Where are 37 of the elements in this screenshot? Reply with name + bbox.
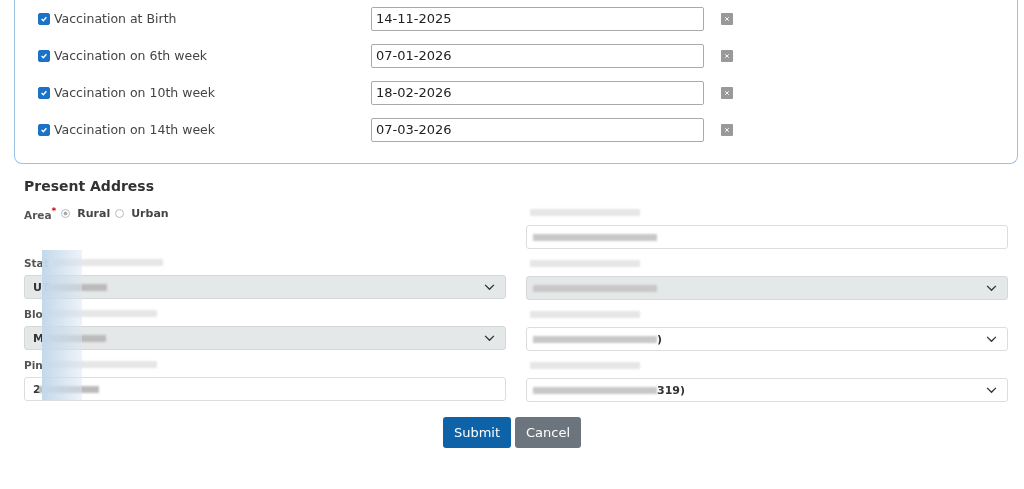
date-field[interactable]: 18-02-2026 — [371, 80, 704, 105]
radio-button[interactable] — [61, 208, 71, 218]
date-field[interactable]: 07-01-2026 — [371, 43, 704, 68]
vaccination-label: Vaccination on 14th week — [54, 122, 216, 137]
field-label: Blo — [24, 307, 43, 320]
checkbox[interactable] — [38, 123, 50, 136]
submit-button[interactable]: Submit — [442, 417, 512, 448]
chevron-down-icon — [484, 334, 495, 342]
chevron-down-icon — [986, 386, 997, 394]
field-label: Pin — [24, 358, 43, 371]
check-icon — [40, 88, 48, 97]
clear-icon[interactable] — [721, 49, 733, 62]
section-heading: Present Address — [24, 178, 155, 194]
vaccination-label: Vaccination on 10th week — [54, 85, 216, 100]
vaccination-label: Vaccination at Birth — [54, 11, 177, 26]
date-field[interactable]: 14-11-2025 — [371, 6, 704, 31]
check-icon — [40, 125, 48, 134]
clear-icon[interactable] — [721, 12, 733, 25]
checkbox[interactable] — [38, 49, 50, 62]
radio-label: Urban — [131, 206, 169, 220]
vaccination-label: Vaccination on 6th week — [54, 48, 208, 63]
check-icon — [40, 51, 48, 60]
input-field[interactable] — [526, 225, 1008, 249]
radio-label: Rural — [77, 206, 111, 220]
clear-icon[interactable] — [721, 86, 733, 99]
check-icon — [40, 14, 48, 23]
cancel-button[interactable]: Cancel — [515, 417, 582, 448]
checkbox[interactable] — [38, 86, 50, 99]
area-label: Area$^{*}$ — [24, 205, 57, 221]
chevron-down-icon — [986, 284, 997, 292]
date-field[interactable]: 07-03-2026 — [371, 117, 704, 142]
clear-icon[interactable] — [721, 123, 733, 136]
input-field[interactable]: 2 — [24, 377, 506, 401]
select-field[interactable]: ) — [526, 327, 1008, 351]
select-field[interactable]: 319) — [526, 378, 1008, 402]
chevron-down-icon — [986, 335, 997, 343]
checkbox[interactable] — [38, 12, 50, 25]
